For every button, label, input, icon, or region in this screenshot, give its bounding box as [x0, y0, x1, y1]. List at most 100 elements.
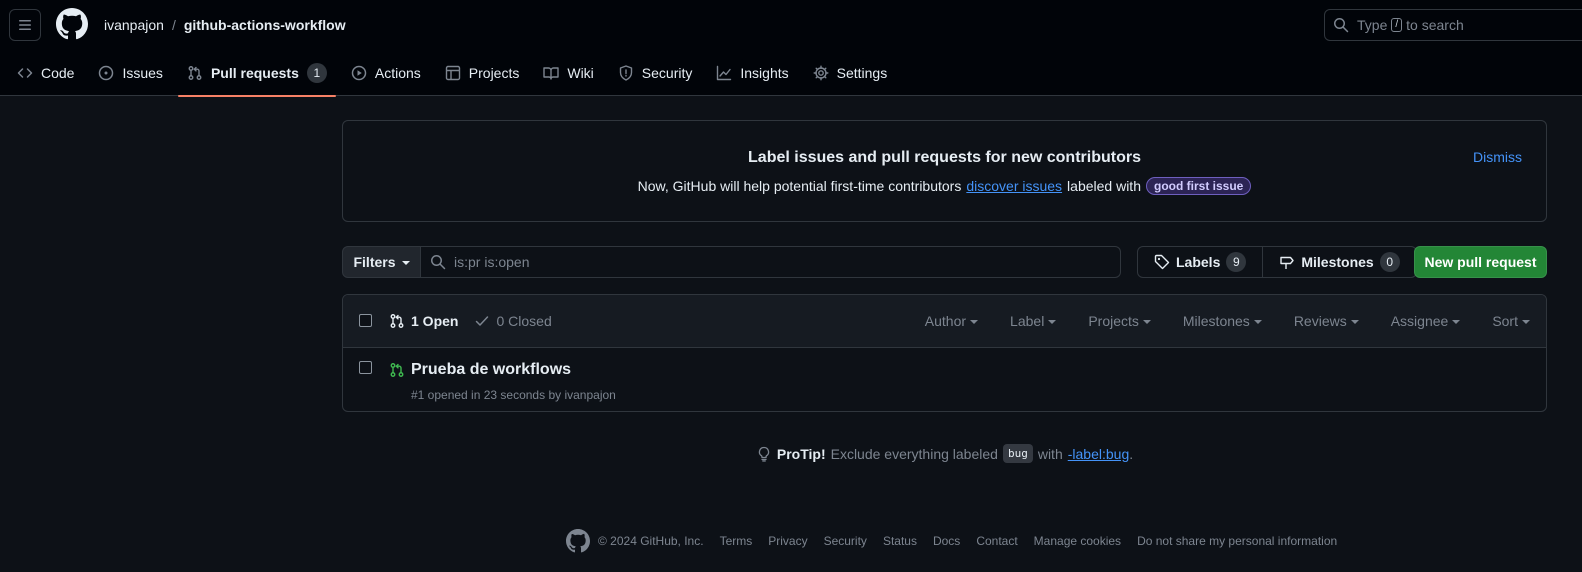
search-icon — [431, 255, 446, 270]
tab-insights[interactable]: Insights — [707, 50, 797, 96]
protip-link[interactable]: -label:bug — [1068, 446, 1130, 462]
new-contributors-banner: Label issues and pull requests for new c… — [342, 120, 1547, 222]
closed-count-label: 0 Closed — [496, 313, 552, 329]
tab-wiki[interactable]: Wiki — [534, 50, 602, 96]
author-filter[interactable]: Author — [924, 313, 979, 329]
open-count-label: 1 Open — [411, 313, 459, 329]
reviews-filter[interactable]: Reviews — [1294, 313, 1359, 329]
filter-query-input[interactable] — [454, 254, 1054, 270]
owner-link[interactable]: ivanpajon — [104, 17, 164, 33]
tab-label: Projects — [468, 65, 520, 81]
milestones-label: Milestones — [1301, 254, 1374, 270]
protip-with: with — [1037, 445, 1063, 462]
search-input[interactable]: Type / to search — [1324, 9, 1582, 41]
projects-filter[interactable]: Projects — [1088, 313, 1151, 329]
chevron-down-icon — [1142, 320, 1151, 324]
filter-search-field[interactable] — [421, 246, 1121, 278]
search-icon — [1334, 18, 1349, 33]
github-logo-icon — [566, 529, 590, 553]
open-filter[interactable]: 1 Open — [389, 313, 458, 329]
tab-issues[interactable]: Issues — [89, 50, 171, 96]
select-all-checkbox[interactable] — [359, 314, 372, 327]
check-icon — [476, 316, 489, 326]
github-logo-icon[interactable] — [56, 8, 88, 40]
table-icon — [445, 65, 460, 81]
footer-link-docs[interactable]: Docs — [933, 534, 960, 548]
breadcrumb-separator: / — [171, 17, 176, 33]
table-row: Prueba de workflows #1 opened in 23 seco… — [343, 348, 1546, 411]
sort-filters: Author Label Projects Milestones Reviews… — [925, 313, 1530, 329]
search-shortcut-key: / — [1391, 18, 1403, 32]
pull-request-meta: #1 opened in 23 seconds by ivanpajon — [411, 388, 616, 402]
menu-button[interactable] — [9, 9, 41, 41]
pull-request-icon — [188, 66, 202, 80]
play-icon — [351, 65, 367, 81]
banner-title: Label issues and pull requests for new c… — [748, 149, 1141, 166]
closed-filter[interactable]: 0 Closed — [474, 313, 552, 329]
tab-actions[interactable]: Actions — [342, 50, 430, 96]
lightbulb-icon — [758, 446, 770, 462]
pull-requests-count-badge: 1 — [306, 63, 327, 83]
sort-dropdown[interactable]: Sort — [1492, 313, 1530, 329]
repo-nav: Code Issues Pull requests 1 Actions Proj… — [8, 50, 902, 97]
tag-icon — [1154, 254, 1170, 270]
footer-link-terms[interactable]: Terms — [720, 534, 753, 548]
sorter-label: Reviews — [1293, 313, 1347, 329]
banner-text-after: labeled with — [1067, 178, 1141, 194]
chevron-down-icon — [970, 320, 979, 324]
milestones-button[interactable]: Milestones 0 — [1262, 247, 1415, 277]
filters-label: Filters — [353, 254, 396, 270]
repo-link[interactable]: github-actions-workflow — [184, 17, 346, 33]
sorter-label: Sort — [1492, 313, 1518, 329]
tab-pull-requests[interactable]: Pull requests 1 — [177, 50, 336, 97]
labels-button[interactable]: Labels 9 — [1138, 247, 1262, 277]
breadcrumb: ivanpajon / github-actions-workflow — [104, 16, 346, 34]
issue-icon — [99, 65, 114, 81]
tab-code[interactable]: Code — [8, 50, 83, 96]
footer-link-manage-cookies[interactable]: Manage cookies — [1034, 534, 1121, 548]
search-prefix: Type — [1357, 17, 1388, 33]
protip-end: . — [1129, 445, 1134, 462]
tab-label: Security — [641, 65, 693, 81]
chevron-down-icon — [1253, 320, 1262, 324]
graph-icon — [717, 65, 732, 81]
footer-link-privacy[interactable]: Privacy — [768, 534, 807, 548]
tab-security[interactable]: Security — [609, 50, 702, 96]
labels-milestones-group: Labels 9 Milestones 0 — [1137, 246, 1417, 278]
labels-count-badge: 9 — [1226, 252, 1247, 272]
sorter-label: Label — [1010, 313, 1045, 329]
book-icon — [543, 67, 560, 80]
filters-button[interactable]: Filters — [342, 246, 421, 278]
dismiss-button[interactable]: Dismiss — [1473, 149, 1522, 165]
footer-link-security[interactable]: Security — [824, 534, 867, 548]
label-filter[interactable]: Label — [1010, 313, 1057, 329]
assignee-filter[interactable]: Assignee — [1391, 313, 1461, 329]
footer-link-contact[interactable]: Contact — [976, 534, 1017, 548]
chevron-down-icon — [1452, 320, 1461, 324]
milestone-icon — [1280, 256, 1295, 269]
state-toggles: 1 Open 0 Closed — [389, 313, 552, 329]
new-pull-request-button[interactable]: New pull request — [1414, 246, 1547, 278]
banner-text: Now, GitHub will help potential first-ti… — [343, 177, 1546, 195]
good-first-issue-label[interactable]: good first issue — [1145, 177, 1252, 195]
milestones-filter[interactable]: Milestones — [1183, 313, 1262, 329]
footer-link-status[interactable]: Status — [883, 534, 917, 548]
search-suffix: to search — [1406, 17, 1464, 33]
labels-label: Labels — [1176, 254, 1221, 270]
row-checkbox[interactable] — [359, 361, 372, 374]
tab-projects[interactable]: Projects — [436, 50, 529, 96]
sorter-label: Milestones — [1182, 313, 1250, 329]
pull-request-list-header: 1 Open 0 Closed Author Label Projects Mi… — [343, 295, 1546, 348]
footer-link-do-not-share[interactable]: Do not share my personal information — [1137, 534, 1337, 548]
chevron-down-icon — [1048, 320, 1057, 324]
sorter-label: Projects — [1088, 313, 1139, 329]
tab-label: Settings — [836, 65, 888, 81]
sorter-label: Assignee — [1390, 313, 1449, 329]
sorter-label: Author — [924, 313, 967, 329]
tab-label: Code — [41, 65, 75, 81]
tab-settings[interactable]: Settings — [804, 50, 897, 96]
copyright-text: © 2024 GitHub, Inc. — [598, 534, 704, 548]
chevron-down-icon — [1522, 320, 1530, 324]
discover-issues-link[interactable]: discover issues — [966, 178, 1062, 194]
pull-request-title-link[interactable]: Prueba de workflows — [411, 361, 571, 379]
